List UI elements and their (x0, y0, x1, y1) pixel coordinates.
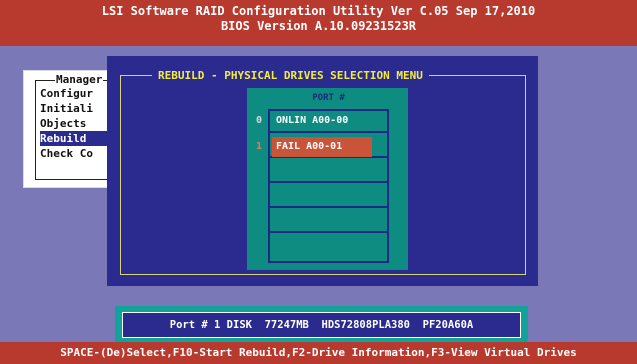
drive-entry-port-1[interactable]: FAIL A00-01 (272, 137, 372, 157)
utility-title: LSI Software RAID Configuration Utility … (101, 4, 536, 18)
drive-entry-port-0[interactable]: ONLIN A00-00 (272, 111, 372, 131)
grid-divider (268, 231, 389, 233)
bios-version: BIOS Version A.10.09231523R (220, 19, 417, 33)
port-number: 1 (256, 141, 263, 152)
grid-divider (268, 131, 389, 133)
rebuild-dialog-title: REBUILD - PHYSICAL DRIVES SELECTION MENU (152, 68, 429, 83)
port-number: 0 (256, 115, 263, 126)
drive-info-text: Port # 1 DISK 77247MB HDS72808PLA380 PF2… (169, 319, 474, 331)
key-hint-bar: SPACE-(De)Select,F10-Start Rebuild,F2-Dr… (0, 342, 637, 364)
grid-divider (268, 206, 389, 208)
management-menu-title: Manager (55, 73, 104, 86)
grid-divider (268, 181, 389, 183)
port-column-header: PORT # (312, 93, 345, 103)
title-bar: LSI Software RAID Configuration Utility … (0, 0, 637, 46)
